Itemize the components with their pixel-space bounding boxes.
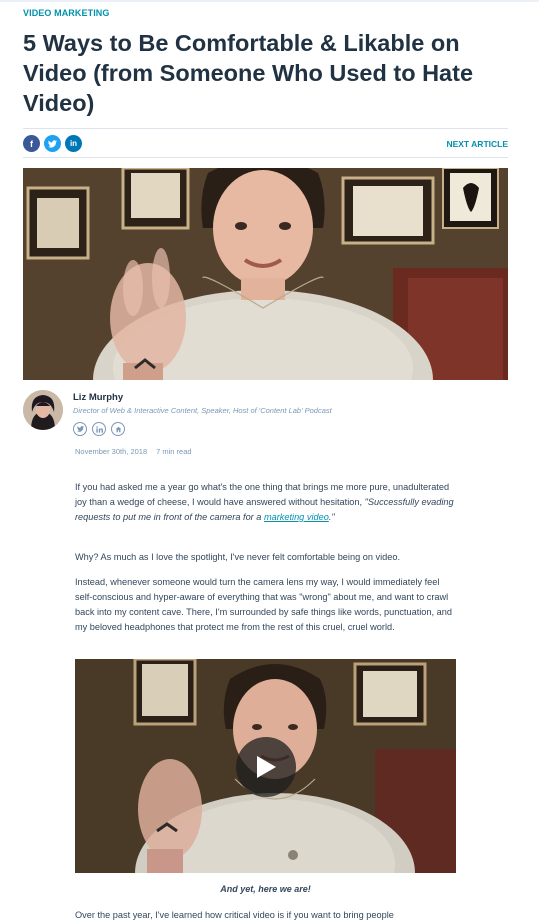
twitter-icon[interactable] <box>73 422 87 436</box>
video-player[interactable] <box>75 659 456 873</box>
share-buttons: f in <box>23 135 82 152</box>
marketing-video-link[interactable]: marketing video <box>264 512 329 522</box>
paragraph-4: Over the past year, I've learned how cri… <box>75 910 394 920</box>
article-meta: November 30th, 2018 7 min read <box>75 447 192 456</box>
share-divider-top <box>23 128 508 129</box>
hero-image <box>23 168 508 380</box>
author-avatar[interactable] <box>23 390 63 430</box>
website-icon[interactable] <box>111 422 125 436</box>
paragraph-1: If you had asked me a year go what's the… <box>75 480 457 525</box>
paragraph-2: Why? As much as I love the spotlight, I'… <box>75 552 401 562</box>
share-divider-bottom <box>23 157 508 158</box>
twitter-share-icon[interactable] <box>44 135 61 152</box>
publish-date: November 30th, 2018 <box>75 447 148 456</box>
linkedin-icon[interactable] <box>92 422 106 436</box>
linkedin-share-icon[interactable]: in <box>65 135 82 152</box>
author-social-links <box>73 422 125 436</box>
facebook-share-icon[interactable]: f <box>23 135 40 152</box>
next-article-link[interactable]: NEXT ARTICLE <box>446 139 508 149</box>
author-name[interactable]: Liz Murphy <box>73 392 123 403</box>
video-caption: And yet, here we are! <box>220 884 311 894</box>
paragraph-1-end: ." <box>328 512 335 522</box>
top-bar <box>0 0 539 2</box>
author-role: Director of Web & Interactive Content, S… <box>73 406 332 415</box>
play-icon[interactable] <box>236 737 296 797</box>
read-time: 7 min read <box>156 447 192 456</box>
article-title: 5 Ways to Be Comfortable & Likable on Vi… <box>23 30 474 116</box>
paragraph-3: Instead, whenever someone would turn the… <box>75 577 452 632</box>
category-link[interactable]: VIDEO MARKETING <box>23 8 110 18</box>
